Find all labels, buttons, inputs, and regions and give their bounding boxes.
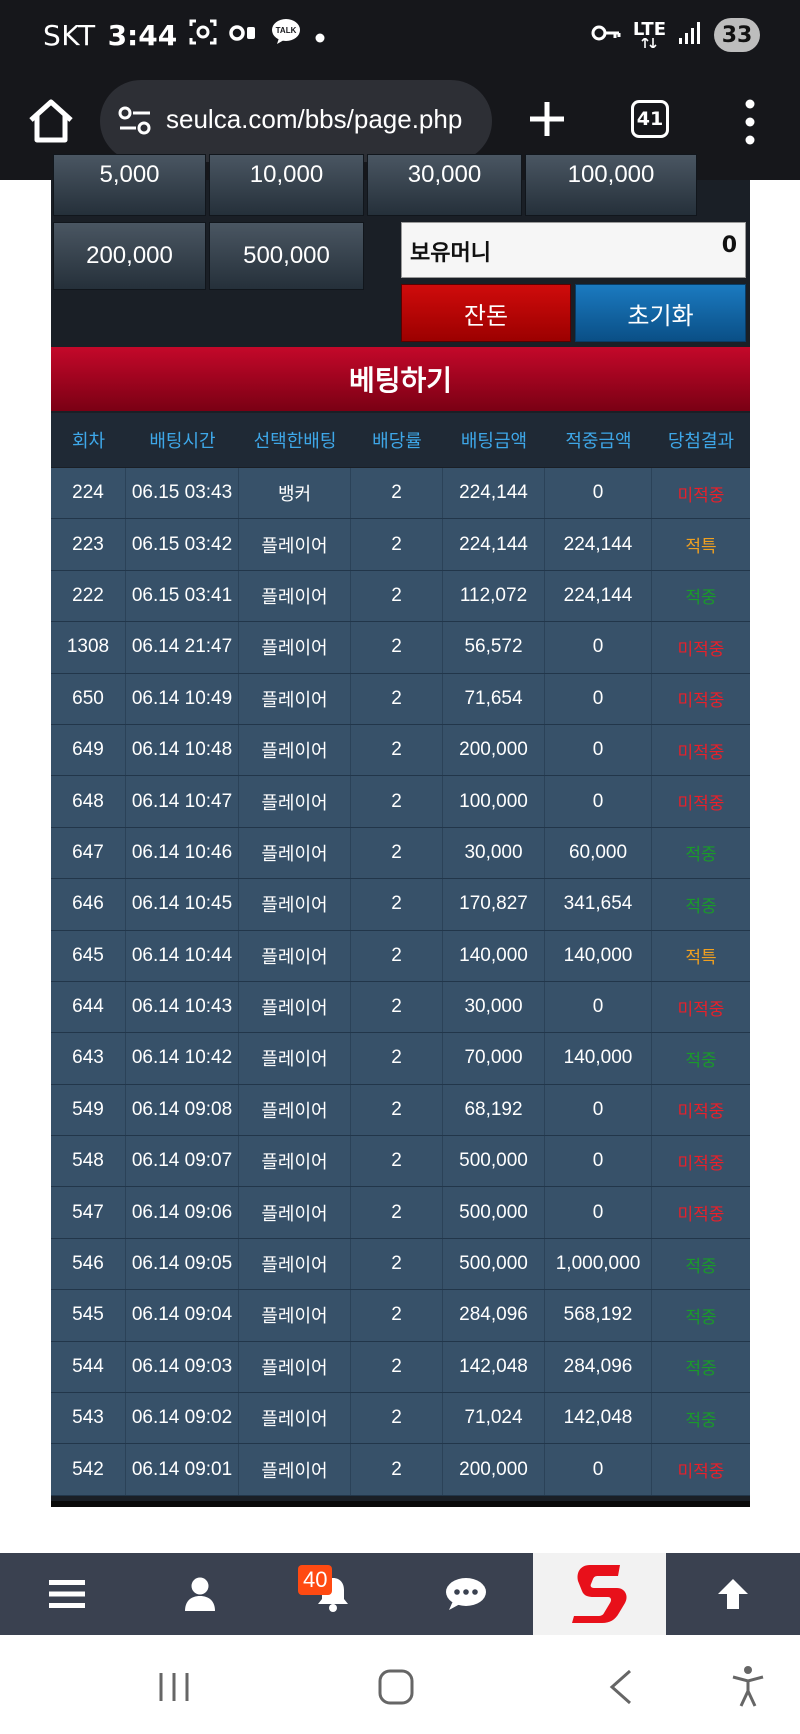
back-nav-icon[interactable] xyxy=(608,1669,634,1709)
home-icon[interactable] xyxy=(26,96,76,146)
screenshot-icon xyxy=(189,18,217,53)
kakaotalk-icon: TALK xyxy=(271,18,301,53)
menu-icon[interactable] xyxy=(0,1553,133,1635)
vpn-key-icon xyxy=(591,22,621,49)
recent-apps-icon[interactable] xyxy=(158,1671,190,1707)
arrow-up-icon[interactable] xyxy=(666,1553,800,1635)
signal-icon xyxy=(678,21,702,50)
battery-indicator: 33 xyxy=(714,18,760,52)
balance-button[interactable]: 잔돈 xyxy=(401,284,571,342)
chip-100000[interactable]: 100,000 xyxy=(525,154,697,216)
chip-200000[interactable]: 200,000 xyxy=(53,222,206,290)
site-settings-icon[interactable] xyxy=(118,106,152,136)
bell-icon[interactable] xyxy=(266,1553,399,1635)
chip-500000[interactable]: 500,000 xyxy=(209,222,364,290)
status-bar: SKT 3:44 TALK LTE 33 xyxy=(0,0,800,74)
panel-bottom-border xyxy=(51,1501,750,1507)
clock: 3:44 xyxy=(107,19,178,52)
notification-dot-icon xyxy=(313,19,327,52)
address-bar[interactable]: seulca.com/bbs/page.php xyxy=(100,80,492,162)
chat-icon[interactable] xyxy=(399,1553,532,1635)
reset-button[interactable]: 초기화 xyxy=(575,284,746,342)
money-display: 보유머니 0 xyxy=(401,222,746,278)
money-label: 보유머니 xyxy=(410,241,491,266)
network-type: LTE xyxy=(632,19,666,40)
money-value: 0 xyxy=(721,233,737,258)
lte-indicator: LTE xyxy=(632,19,666,48)
home-nav-icon[interactable] xyxy=(378,1669,414,1709)
svg-text:TALK: TALK xyxy=(276,26,297,35)
new-tab-icon[interactable] xyxy=(522,94,572,144)
betting-panel: 5,000 10,000 30,000 100,000 200,000 500,… xyxy=(51,154,750,1507)
accessibility-icon[interactable] xyxy=(730,1665,766,1711)
carrier-label: SKT xyxy=(43,19,96,52)
chip-5000[interactable]: 5,000 xyxy=(53,154,206,216)
user-icon[interactable] xyxy=(133,1553,266,1635)
site-logo[interactable] xyxy=(533,1553,666,1635)
more-menu-icon[interactable] xyxy=(740,96,760,148)
notification-badge: 40 xyxy=(298,1565,333,1595)
site-bottom-nav: 40 xyxy=(0,1553,800,1635)
page-content: 5,000 10,000 30,000 100,000 200,000 500,… xyxy=(0,154,800,1553)
chip-10000[interactable]: 10,000 xyxy=(209,154,364,216)
chip-30000[interactable]: 30,000 xyxy=(367,154,522,216)
system-nav-bar xyxy=(0,1635,800,1734)
url-text[interactable]: seulca.com/bbs/page.php xyxy=(166,104,482,135)
tab-switcher-button[interactable]: 41 xyxy=(631,100,669,138)
link-icon xyxy=(229,19,259,52)
